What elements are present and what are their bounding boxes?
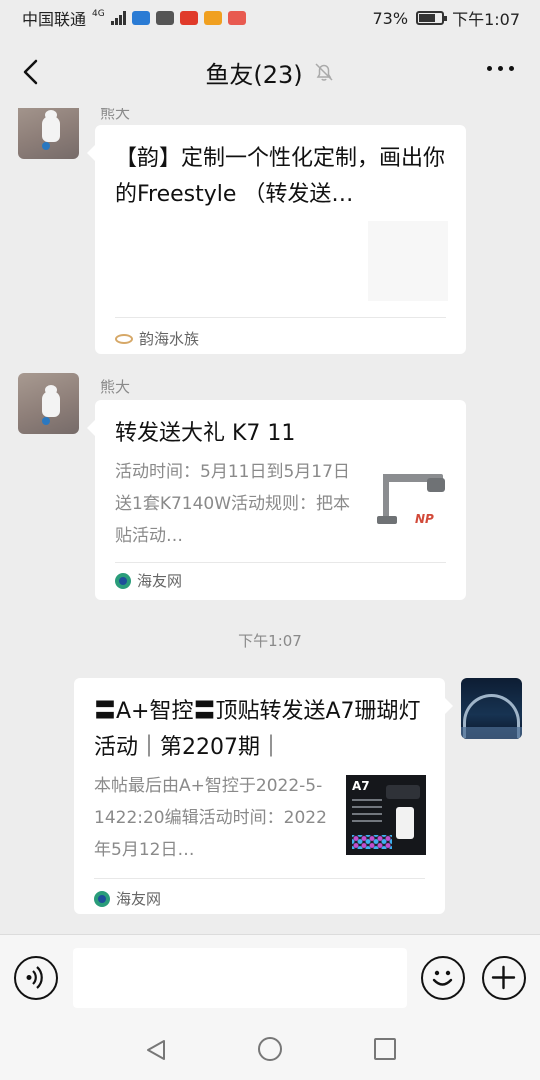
card-source: 海友网 — [94, 888, 161, 909]
card-description: 本帖最后由A+智控于2022-5-1422:20编辑活动时间：2022年5月12… — [94, 776, 327, 860]
bell-off-icon — [315, 63, 333, 81]
more-horizontal-icon — [487, 66, 492, 71]
nav-back-icon[interactable] — [144, 1038, 168, 1062]
source-label: 海友网 — [116, 890, 162, 908]
app-notification-icon — [227, 11, 246, 25]
thumb-label: A7 — [352, 779, 370, 793]
link-card[interactable]: 【韵】定制一个性化定制，画出你的Freestyle （转发送… 韵海水族 — [87, 125, 466, 354]
avatar[interactable] — [18, 373, 79, 434]
back-button[interactable] — [18, 58, 46, 86]
card-thumbnail — [368, 221, 448, 301]
chevron-left-icon — [23, 59, 38, 85]
system-nav-bar — [0, 1020, 540, 1080]
emoji-button[interactable] — [421, 956, 465, 1000]
sender-name: 熊大 — [100, 378, 131, 396]
chat-header: 鱼友(23) — [0, 36, 540, 108]
app-notification-icon — [131, 11, 150, 25]
link-card[interactable]: 〓A+智控〓顶贴转发送A7珊瑚灯活动｜第2207期｜ 本帖最后由A+智控于202… — [74, 678, 453, 914]
status-bar: 中国联通 4G 73% 下午1:07 — [0, 0, 540, 36]
nav-recent-icon[interactable] — [374, 1038, 396, 1060]
status-time: 下午1:07 — [452, 10, 520, 29]
source-logo-icon — [94, 890, 110, 907]
card-title: 转发送大礼 K7 11 — [115, 421, 296, 446]
network-label: 4G — [92, 9, 105, 19]
message-input[interactable] — [73, 948, 407, 1008]
app-notification-icon — [155, 11, 174, 25]
message-timestamp: 下午1:07 — [238, 632, 302, 650]
card-source: 韵海水族 — [115, 328, 199, 349]
card-title: 【韵】定制一个性化定制，画出你的Freestyle （转发送… — [115, 146, 446, 207]
thumb-logo: NP — [415, 512, 434, 526]
chat-messages[interactable]: 熊大 【韵】定制一个性化定制，画出你的Freestyle （转发送… 韵海水族 … — [0, 108, 540, 934]
card-title: 〓A+智控〓顶贴转发送A7珊瑚灯活动｜第2207期｜ — [94, 699, 421, 760]
voice-button[interactable] — [14, 956, 58, 1000]
avatar[interactable] — [18, 108, 79, 159]
source-logo-icon — [115, 333, 133, 344]
source-label: 韵海水族 — [139, 330, 200, 348]
app-notification-icon — [203, 11, 222, 25]
link-card[interactable]: 转发送大礼 K7 11 活动时间：5月11日到5月17日送1套K7140W活动规… — [87, 400, 466, 600]
card-thumbnail: A7 — [346, 775, 426, 855]
input-bar — [0, 934, 540, 1020]
avatar[interactable] — [461, 678, 522, 739]
source-label: 海友网 — [137, 572, 183, 590]
source-logo-icon — [115, 572, 131, 589]
chat-title: 鱼友(23) — [205, 60, 303, 89]
card-source: 海友网 — [115, 570, 182, 591]
card-thumbnail: NP — [375, 464, 455, 544]
emoji-icon — [432, 970, 453, 986]
battery-icon — [416, 11, 448, 25]
battery-percent: 73% — [372, 8, 409, 28]
sender-name: 熊大 — [100, 108, 131, 122]
card-description: 活动时间：5月11日到5月17日送1套K7140W活动规则：把本贴活动… — [115, 462, 351, 546]
plus-icon — [491, 965, 516, 990]
app-notification-icon — [179, 11, 198, 25]
plus-button[interactable] — [482, 956, 526, 1000]
nav-home-icon[interactable] — [258, 1037, 282, 1061]
signal-icon — [110, 11, 126, 25]
carrier-label: 中国联通 — [22, 10, 87, 29]
voice-icon — [26, 966, 43, 989]
more-button[interactable] — [487, 66, 514, 71]
